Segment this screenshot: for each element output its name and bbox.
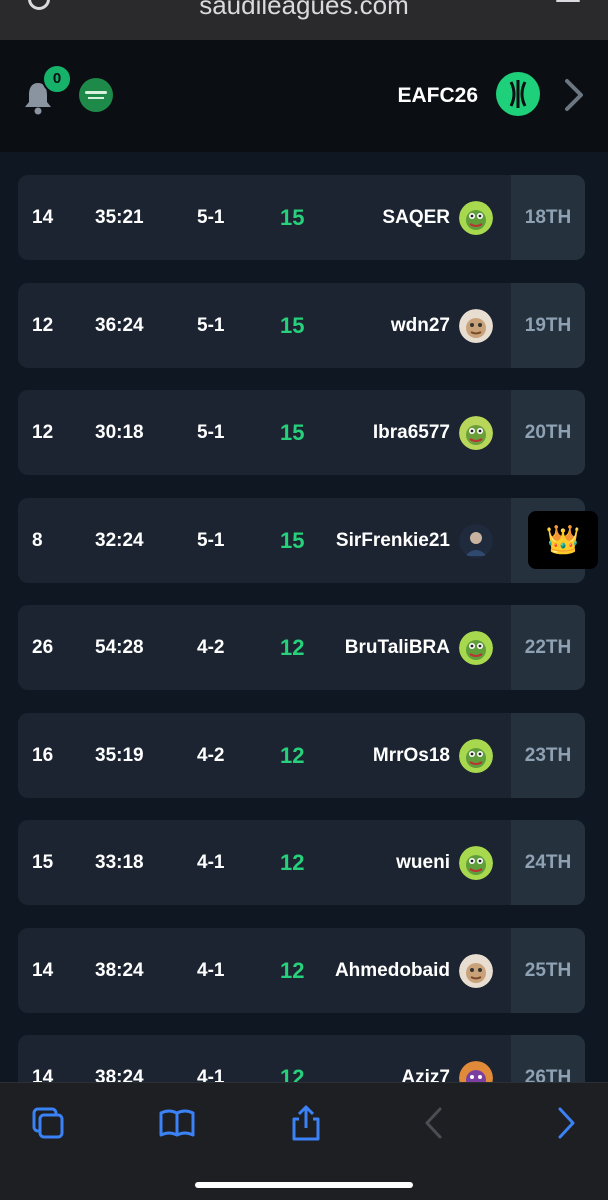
played-count: 8 [32,529,43,551]
played-count: 15 [32,852,54,873]
player-name[interactable]: BruTaliBRA [345,605,450,690]
win-loss-record: 5-1 [197,422,225,443]
standings-row[interactable]: 26 54:28 4-2 12 BruTaliBRA 22TH [18,605,585,690]
standings-row[interactable]: 12 30:18 5-1 15 Ibra6577 20TH [18,390,585,475]
crown-icon[interactable]: 👑 [528,510,598,569]
win-loss-record: 5-1 [197,314,225,336]
avatar[interactable] [459,631,493,665]
bookmarks-icon[interactable] [157,1103,197,1143]
points: 12 [280,850,305,875]
avatar[interactable] [459,523,493,558]
standings-row[interactable]: 14 38:24 4-1 12 Ahmedobaid 25TH [18,927,585,1013]
goals-ratio: 54:28 [95,637,144,658]
avatar[interactable] [459,846,493,880]
played-count: 14 [32,959,54,981]
points: 15 [280,312,305,338]
standings-row[interactable]: 8 32:24 5-1 15 SirFrenkie21 2 👑 [18,497,598,583]
browser-url-bar[interactable]: saudileagues.com [0,0,608,40]
rank-badge: 25TH [511,927,585,1013]
rank-badge: 20TH [511,390,585,475]
home-indicator[interactable] [195,1182,413,1188]
points: 12 [280,957,305,983]
standings-list: 14 35:21 5-1 15 SAQER 18TH 12 36:24 5-1 … [18,175,598,1143]
rank-badge: 22TH [511,605,585,690]
played-count: 16 [32,744,54,766]
goals-ratio: 35:21 [95,207,144,228]
avatar[interactable] [459,953,493,988]
app-header: 0 EAFC26 [0,40,608,152]
player-name[interactable]: Ahmedobaid [335,928,450,1013]
standings-row[interactable]: 14 35:21 5-1 15 SAQER 18TH [18,175,585,260]
avatar[interactable] [459,201,493,235]
player-name[interactable]: SAQER [382,175,450,260]
win-loss-record: 4-1 [197,959,225,981]
win-loss-record: 5-1 [197,529,225,551]
win-loss-record: 4-2 [197,744,225,766]
win-loss-record: 4-2 [197,637,225,658]
win-loss-record: 4-1 [197,852,225,873]
standings-row[interactable]: 15 33:18 4-1 12 wueni 24TH [18,820,585,905]
rank-badge: 24TH [511,820,585,905]
played-count: 12 [32,422,54,443]
points: 15 [280,420,305,445]
rank-badge: 19TH [511,282,585,368]
saudi-flag-icon[interactable] [79,78,113,112]
goals-ratio: 38:24 [95,959,144,981]
played-count: 14 [32,207,54,228]
game-title[interactable]: EAFC26 [397,84,478,108]
player-name[interactable]: Ibra6577 [373,390,450,475]
avatar[interactable] [459,416,493,450]
eafc-logo-icon[interactable] [496,72,540,116]
notification-count-badge[interactable]: 0 [42,64,72,94]
back-icon[interactable] [414,1103,454,1143]
url-text[interactable]: saudileagues.com [0,0,608,21]
rank-badge: 23TH [511,712,585,798]
goals-ratio: 30:18 [95,422,144,443]
share-icon[interactable] [286,1103,326,1143]
standings-row[interactable]: 16 35:19 4-2 12 MrrOs18 23TH [18,712,585,798]
win-loss-record: 5-1 [197,207,225,228]
player-name[interactable]: wueni [396,820,450,905]
played-count: 26 [32,637,54,658]
chevron-right-icon[interactable] [560,78,588,112]
player-name[interactable]: SirFrenkie21 [336,498,450,583]
standings-row[interactable]: 12 36:24 5-1 15 wdn27 19TH [18,282,585,368]
points: 12 [280,742,305,768]
forward-icon[interactable] [546,1103,586,1143]
menu-icon[interactable] [556,0,580,12]
avatar[interactable] [459,738,493,773]
rank-badge: 18TH [511,175,585,260]
player-name[interactable]: wdn27 [391,283,450,368]
points: 15 [280,527,305,553]
avatar[interactable] [459,308,493,343]
goals-ratio: 35:19 [95,744,144,766]
goals-ratio: 33:18 [95,852,144,873]
points: 15 [280,205,305,230]
tabs-icon[interactable] [28,1103,68,1143]
player-name[interactable]: MrrOs18 [373,713,450,798]
played-count: 12 [32,314,54,336]
points: 12 [280,635,305,660]
goals-ratio: 36:24 [95,314,144,336]
goals-ratio: 32:24 [95,529,144,551]
